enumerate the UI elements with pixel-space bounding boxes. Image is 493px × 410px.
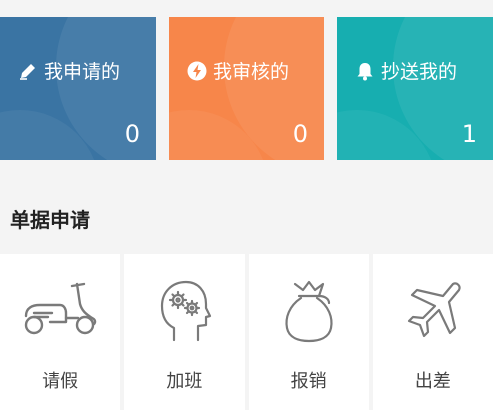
bell-icon xyxy=(357,62,373,80)
card-label: 抄送我的 xyxy=(381,61,458,83)
business-trip-tile[interactable]: 出差 xyxy=(372,254,493,410)
scooter-icon xyxy=(24,282,97,335)
my-applications-card[interactable]: 我申请的 0 xyxy=(0,17,156,160)
expense-tile[interactable]: 报销 xyxy=(248,254,369,410)
card-count: 0 xyxy=(124,120,140,148)
form-grid: 请假 加班 报销 出差 xyxy=(0,254,493,410)
airplane-icon xyxy=(407,282,461,338)
tile-label: 报销 xyxy=(290,371,327,392)
app-root: 我申请的 0 我审核的 0 抄送我的 1 单据申请 请假 加班 报销 出差 xyxy=(0,0,493,410)
cc-to-me-card[interactable]: 抄送我的 1 xyxy=(337,17,493,160)
pencil-icon xyxy=(20,63,35,80)
head-gears-icon xyxy=(161,280,212,342)
card-count: 1 xyxy=(461,120,477,148)
card-label: 我申请的 xyxy=(44,61,121,83)
lightning-icon xyxy=(187,61,207,80)
card-count: 0 xyxy=(292,120,308,148)
card-header: 我申请的 xyxy=(18,57,120,84)
card-label: 我审核的 xyxy=(213,61,290,83)
tile-label: 出差 xyxy=(414,371,451,392)
tile-label: 请假 xyxy=(42,371,79,392)
section-title: 单据申请 xyxy=(10,208,90,232)
leave-tile[interactable]: 请假 xyxy=(0,254,121,410)
money-bag-icon xyxy=(285,280,333,343)
overtime-tile[interactable]: 加班 xyxy=(124,254,245,410)
card-header: 我审核的 xyxy=(187,57,289,84)
card-header: 抄送我的 xyxy=(355,57,457,84)
my-reviews-card[interactable]: 我审核的 0 xyxy=(169,17,324,160)
tile-label: 加班 xyxy=(166,371,203,392)
